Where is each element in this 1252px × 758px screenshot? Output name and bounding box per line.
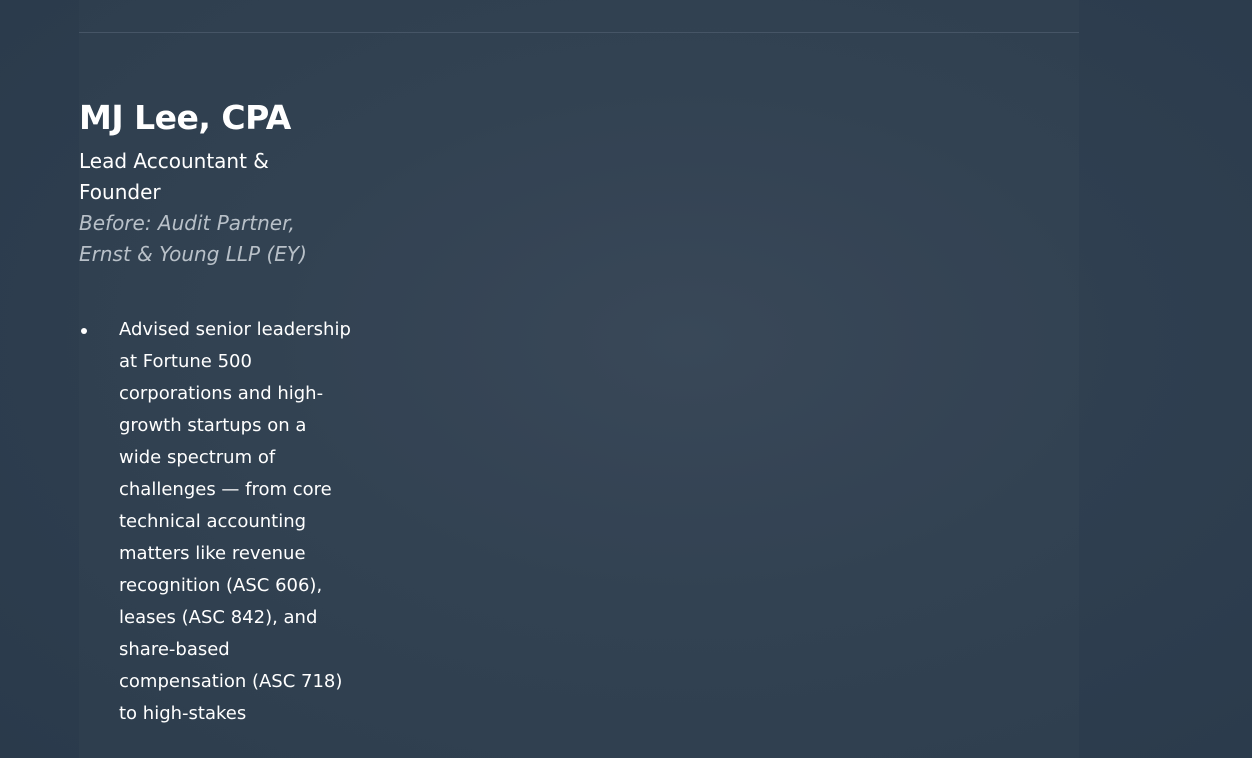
content-panel: MJ Lee, CPA Lead Accountant & Founder Be… xyxy=(79,0,1079,758)
experience-list: Advised senior leadership at Fortune 500… xyxy=(79,314,359,730)
bullet-icon xyxy=(81,328,87,334)
list-item: Advised senior leadership at Fortune 500… xyxy=(79,314,351,730)
person-role: Lead Accountant & Founder xyxy=(79,149,269,204)
prior-role: Before: Audit Partner, Ernst & Young LLP… xyxy=(79,211,307,266)
person-name: MJ Lee, CPA xyxy=(79,98,291,137)
top-divider xyxy=(79,32,1079,33)
list-item-text: Advised senior leadership at Fortune 500… xyxy=(119,319,351,724)
profile-card: MJ Lee, CPA Lead Accountant & Founder Be… xyxy=(79,96,359,730)
